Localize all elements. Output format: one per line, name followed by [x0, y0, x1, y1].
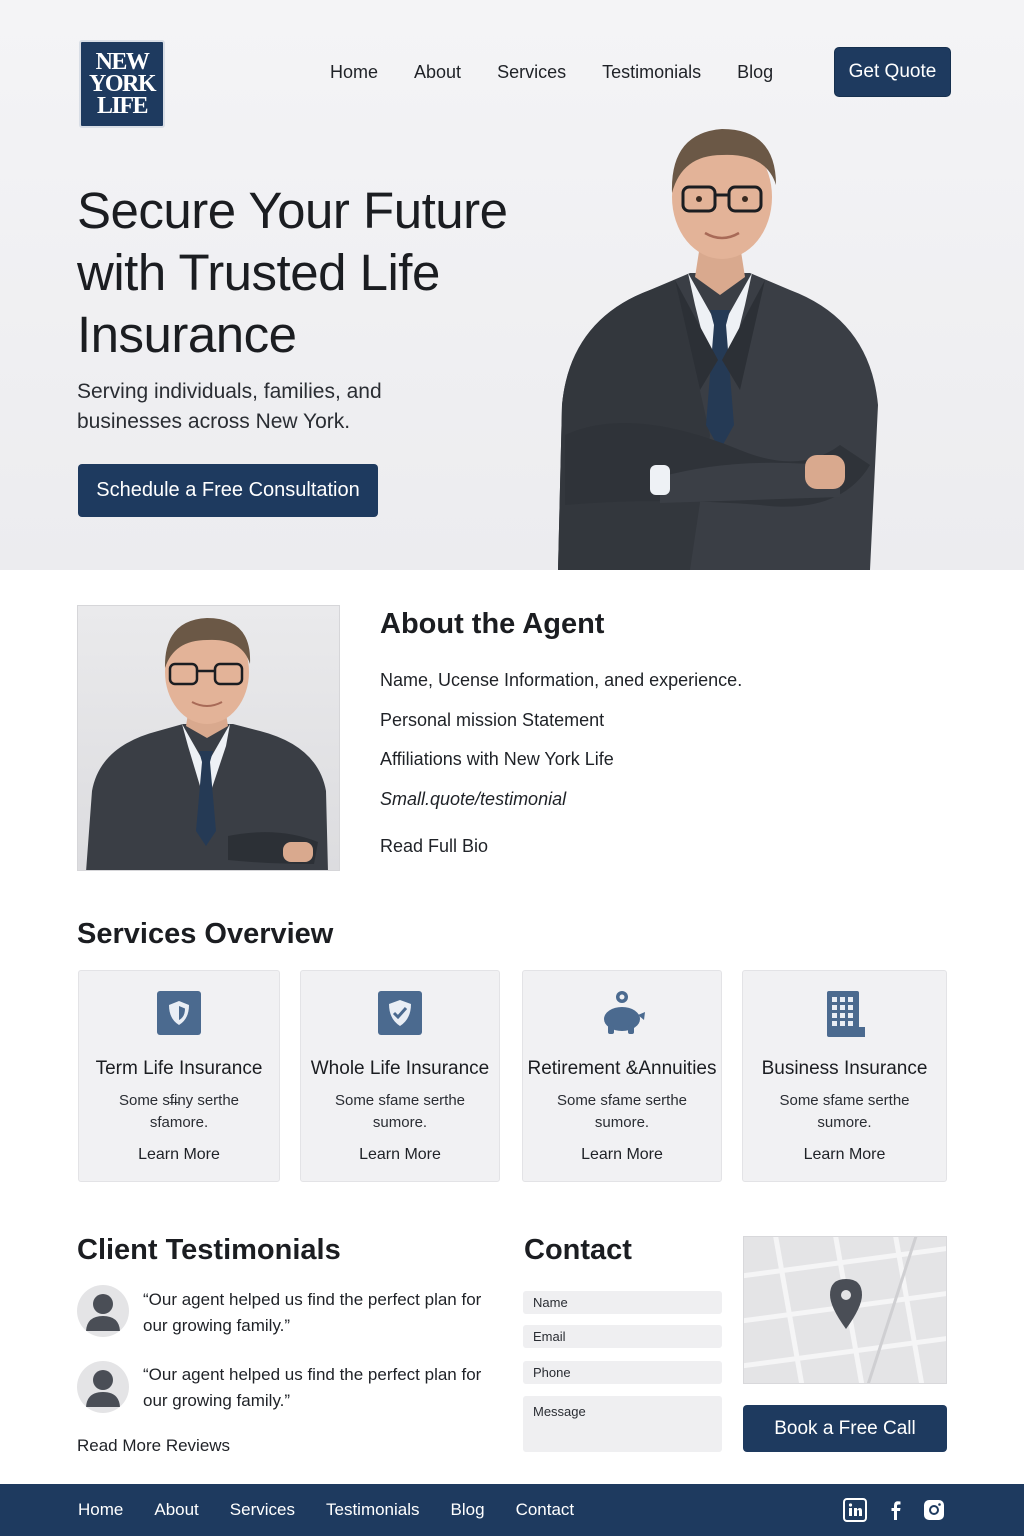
- nav-services[interactable]: Services: [497, 62, 566, 83]
- agent-portrait: [77, 605, 340, 871]
- facebook-icon[interactable]: [884, 1498, 908, 1522]
- service-description: Some sf̶iny serthe sfamore.: [118, 1092, 240, 1131]
- linkedin-icon[interactable]: [843, 1498, 867, 1522]
- service-description: Some sfame serthe sumore.: [334, 1092, 466, 1131]
- hero-section: NEW YORK LIFE Home About Services Testim…: [0, 0, 1024, 570]
- footer-home[interactable]: Home: [78, 1500, 123, 1520]
- logo-line-2: YORK: [89, 71, 157, 97]
- name-field[interactable]: [523, 1291, 722, 1314]
- testimonial-quote: “Our agent helped us find the perfect pl…: [143, 1365, 482, 1410]
- hero-title: Secure Your Future with Trusted Life Ins…: [77, 182, 508, 363]
- footer-services[interactable]: Services: [230, 1500, 295, 1520]
- read-more-reviews-link[interactable]: Read More Reviews: [77, 1436, 230, 1456]
- schedule-consultation-button[interactable]: Schedule a Free Consultation: [78, 464, 378, 517]
- top-nav: Home About Services Testimonials Blog: [330, 47, 809, 97]
- phone-field[interactable]: [523, 1361, 722, 1384]
- building-icon: [826, 991, 865, 1037]
- service-card-term-life[interactable]: Term Life Insurance Some sf̶iny serthe s…: [78, 970, 280, 1182]
- hero-subtitle: Serving individuals, families, and busin…: [77, 380, 382, 433]
- location-map[interactable]: [743, 1236, 947, 1384]
- service-card-whole-life[interactable]: Whole Life Insurance Some sfame serthe s…: [300, 970, 500, 1182]
- about-affiliations: Affiliations with New York Life: [380, 749, 614, 769]
- service-title: Term Life Insurance: [95, 1058, 263, 1079]
- brand-logo[interactable]: NEW YORK LIFE: [79, 40, 165, 128]
- logo-line-1: NEW: [95, 49, 150, 75]
- read-full-bio-link[interactable]: Read Full Bio: [380, 836, 488, 857]
- agent-portrait-image: [86, 618, 328, 870]
- testimonials-title: Client Testimonials: [77, 1234, 341, 1266]
- about-title: About the Agent: [380, 608, 605, 640]
- message-field[interactable]: [523, 1396, 722, 1452]
- nav-home[interactable]: Home: [330, 62, 378, 83]
- avatar: [77, 1361, 129, 1413]
- user-icon: [86, 1294, 120, 1331]
- about-mission: Personal mission Statement: [380, 710, 605, 730]
- shield-check-icon: [378, 991, 422, 1035]
- learn-more-link[interactable]: Learn More: [301, 1146, 499, 1164]
- footer: Home About Services Testimonials Blog Co…: [0, 1484, 1024, 1536]
- shield-icon: [157, 991, 201, 1035]
- about-quote: Small.quote/testimonial: [380, 789, 567, 809]
- service-title: Business Insurance: [761, 1058, 928, 1079]
- contact-title: Contact: [524, 1234, 632, 1266]
- book-free-call-button[interactable]: Book a Free Call: [743, 1405, 947, 1452]
- footer-nav: Home About Services Testimonials Blog Co…: [78, 1484, 605, 1536]
- testimonial-quote: “Our agent helped us find the perfect pl…: [143, 1290, 482, 1335]
- about-credentials: Name, Ucense Information, aned experienc…: [380, 670, 743, 690]
- services-title: Services Overview: [77, 918, 334, 950]
- avatar: [77, 1285, 129, 1337]
- instagram-icon[interactable]: [922, 1498, 946, 1522]
- get-quote-button[interactable]: Get Quote: [834, 47, 951, 97]
- service-title: Whole Life Insurance: [310, 1058, 490, 1079]
- nav-blog[interactable]: Blog: [737, 62, 773, 83]
- learn-more-link[interactable]: Learn More: [523, 1146, 721, 1164]
- user-icon: [86, 1370, 120, 1407]
- email-field[interactable]: [523, 1325, 722, 1348]
- footer-contact[interactable]: Contact: [516, 1500, 575, 1520]
- nav-testimonials[interactable]: Testimonials: [602, 62, 701, 83]
- service-description: Some sfame serthe sumore.: [779, 1092, 910, 1131]
- footer-testimonials[interactable]: Testimonials: [326, 1500, 420, 1520]
- learn-more-link[interactable]: Learn More: [79, 1146, 279, 1164]
- agent-hero-photo: [558, 129, 878, 570]
- map-graphic: [744, 1237, 946, 1383]
- footer-blog[interactable]: Blog: [451, 1500, 485, 1520]
- nav-about[interactable]: About: [414, 62, 461, 83]
- footer-about[interactable]: About: [154, 1500, 198, 1520]
- service-card-retirement[interactable]: Retirement &Annuities Some sfame serthe …: [522, 970, 722, 1182]
- learn-more-link[interactable]: Learn More: [743, 1146, 946, 1164]
- piggy-bank-icon: [604, 991, 645, 1034]
- service-description: Some sfame serthe sumore.: [556, 1092, 688, 1131]
- service-title: Retirement &Annuities: [527, 1058, 717, 1079]
- service-card-business[interactable]: Business Insurance Some sfame serthe sum…: [742, 970, 947, 1182]
- logo-line-3: LIFE: [96, 93, 149, 119]
